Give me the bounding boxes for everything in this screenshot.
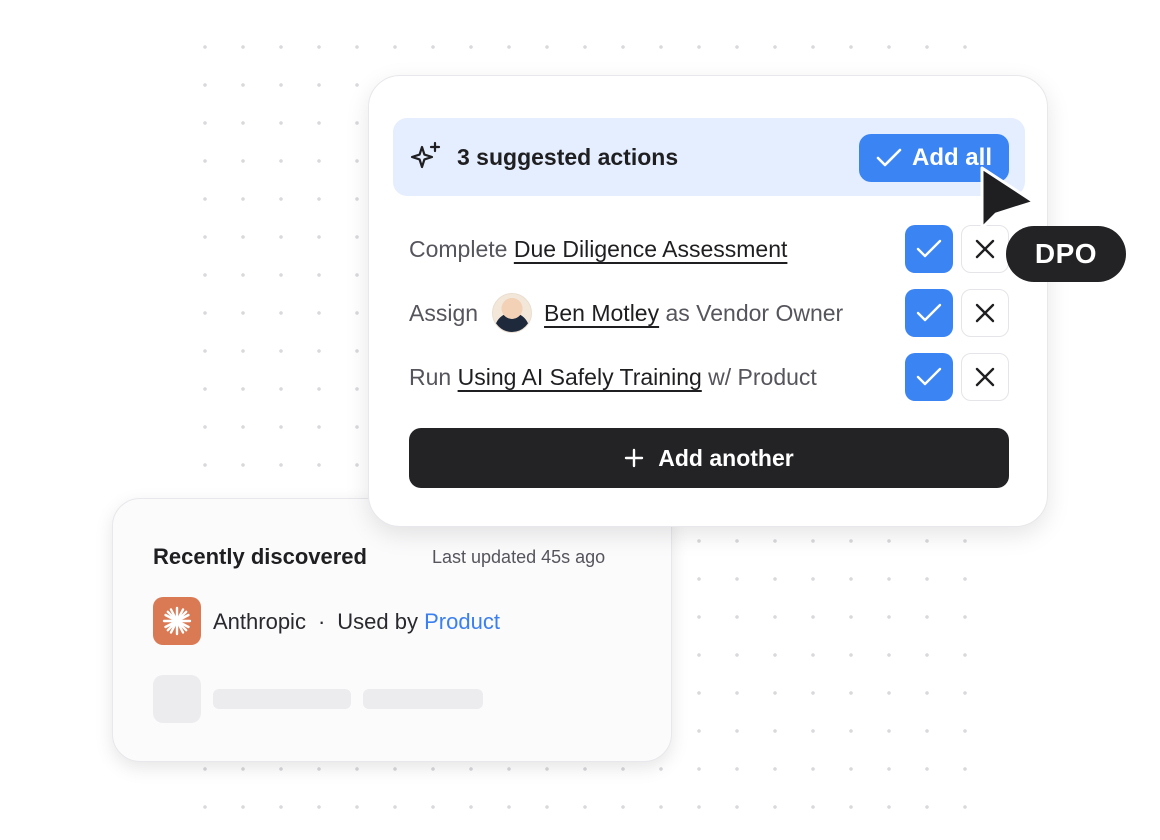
action-link-ai-training[interactable]: Using AI Safely Training bbox=[458, 364, 702, 391]
checkmark-icon bbox=[916, 239, 942, 258]
action-link-due-diligence[interactable]: Due Diligence Assessment bbox=[514, 236, 788, 263]
sparkle-icon bbox=[410, 141, 441, 169]
discovered-vendor-row[interactable]: Anthropic · Used by Product bbox=[213, 609, 500, 635]
last-updated-text: Last updated 45s ago bbox=[432, 547, 606, 567]
close-icon bbox=[975, 367, 995, 387]
checkmark-icon bbox=[876, 148, 902, 167]
suggested-actions-card: 3 suggested actions Add all Complete Due… bbox=[368, 75, 1048, 527]
anthropic-logo-icon bbox=[153, 597, 201, 645]
suggested-actions-header: 3 suggested actions Add all bbox=[393, 118, 1025, 196]
avatar bbox=[492, 293, 533, 333]
checkmark-icon bbox=[916, 367, 942, 386]
action-text: Complete Due Diligence Assessment bbox=[409, 225, 787, 273]
accept-action-button[interactable] bbox=[905, 289, 953, 337]
dismiss-action-button[interactable] bbox=[961, 289, 1009, 337]
skeleton-text-placeholder bbox=[213, 689, 351, 709]
cursor-user-badge: DPO bbox=[1006, 226, 1126, 282]
action-prefix: Assign bbox=[409, 299, 479, 326]
accept-action-button[interactable] bbox=[905, 353, 953, 401]
action-text: Assign Ben Motley as Vendor Owner bbox=[409, 289, 843, 337]
used-by-product-link[interactable]: Product bbox=[424, 609, 500, 634]
action-link-ben-motley[interactable]: Ben Motley bbox=[544, 300, 659, 327]
suggested-action-row: Assign Ben Motley as Vendor Owner bbox=[409, 289, 1009, 337]
close-icon bbox=[975, 303, 995, 323]
action-prefix: Complete bbox=[409, 235, 508, 262]
checkmark-icon bbox=[916, 303, 942, 322]
accept-action-button[interactable] bbox=[905, 225, 953, 273]
plus-icon bbox=[625, 448, 644, 468]
action-text: Run Using AI Safely Training w/ Product bbox=[409, 353, 817, 401]
separator-dot: · bbox=[317, 609, 326, 634]
recently-discovered-card: Recently discovered Last updated 45s ago… bbox=[112, 498, 672, 762]
suggested-action-row: Run Using AI Safely Training w/ Product bbox=[409, 353, 1009, 401]
action-suffix: as Vendor Owner bbox=[665, 299, 844, 326]
skeleton-logo-placeholder bbox=[153, 675, 201, 723]
close-icon bbox=[975, 239, 995, 259]
add-another-button[interactable]: Add another bbox=[409, 428, 1009, 488]
vendor-name: Anthropic bbox=[213, 609, 306, 634]
add-another-label: Add another bbox=[658, 444, 794, 471]
used-by-label: Used by bbox=[337, 609, 418, 634]
suggested-action-row: Complete Due Diligence Assessment bbox=[409, 225, 1009, 273]
action-suffix: w/ Product bbox=[708, 363, 817, 390]
skeleton-text-placeholder bbox=[363, 689, 483, 709]
recently-discovered-title: Recently discovered bbox=[153, 544, 367, 569]
suggested-actions-title: 3 suggested actions bbox=[457, 144, 679, 170]
action-prefix: Run bbox=[409, 363, 452, 390]
dismiss-action-button[interactable] bbox=[961, 353, 1009, 401]
